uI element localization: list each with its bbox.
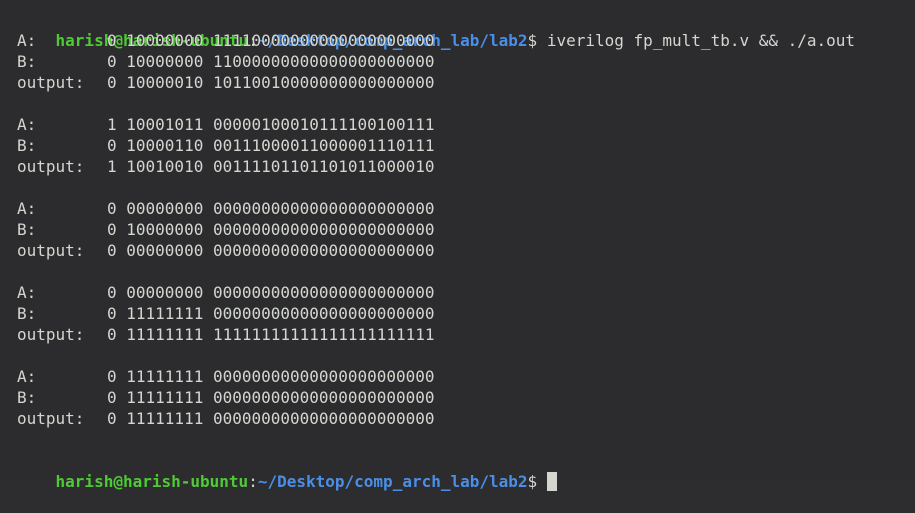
label-b: B: bbox=[17, 136, 37, 155]
label-output: output: bbox=[17, 409, 85, 428]
output-line-a: A: 0 00000000 00000000000000000000000 bbox=[17, 198, 915, 219]
prompt-colon: : bbox=[248, 472, 258, 491]
label-output: output: bbox=[17, 73, 85, 92]
terminal-window[interactable]: harish@harish-ubuntu:~/Desktop/comp_arch… bbox=[0, 0, 915, 491]
output-line-b: B: 0 10000000 11000000000000000000000 bbox=[17, 51, 915, 72]
label-a: A: bbox=[17, 367, 37, 386]
value-output: 0 00000000 00000000000000000000000 bbox=[107, 241, 435, 260]
output-line-result: output: 0 11111111 1111111111111111111111… bbox=[17, 324, 915, 345]
value-output: 0 11111111 00000000000000000000000 bbox=[107, 409, 435, 428]
text-cursor[interactable] bbox=[546, 472, 557, 491]
output-line-a: A: 0 00000000 00000000000000000000000 bbox=[17, 282, 915, 303]
value-a: 0 11111111 00000000000000000000000 bbox=[107, 367, 435, 386]
label-a: A: bbox=[17, 31, 37, 50]
prompt-dollar: $ bbox=[527, 31, 547, 50]
output-line-result: output: 0 00000000 0000000000000000000000… bbox=[17, 240, 915, 261]
prompt-user-host: harish@harish-ubuntu bbox=[55, 472, 249, 491]
value-a: 0 00000000 00000000000000000000000 bbox=[107, 199, 435, 218]
output-line-result: output: 0 10000010 1011001000000000000000… bbox=[17, 72, 915, 93]
command-text: iverilog fp_mult_tb.v && ./a.out bbox=[546, 31, 856, 50]
output-line-b: B: 0 10000000 00000000000000000000000 bbox=[17, 219, 915, 240]
label-a: A: bbox=[17, 115, 37, 134]
label-b: B: bbox=[17, 388, 37, 407]
output-line-a: A: 0 11111111 00000000000000000000000 bbox=[17, 366, 915, 387]
command-line: harish@harish-ubuntu:~/Desktop/comp_arch… bbox=[17, 9, 915, 50]
output-line-b: B: 0 11111111 00000000000000000000000 bbox=[17, 387, 915, 408]
label-output: output: bbox=[17, 325, 85, 344]
prompt-dollar: $ bbox=[527, 472, 547, 491]
prompt-path: ~/Desktop/comp_arch_lab/lab2 bbox=[257, 472, 528, 491]
value-b: 0 11111111 00000000000000000000000 bbox=[107, 304, 435, 323]
value-a: 0 00000000 00000000000000000000000 bbox=[107, 283, 435, 302]
prompt-line[interactable]: harish@harish-ubuntu:~/Desktop/comp_arch… bbox=[17, 450, 915, 491]
value-output: 0 11111111 11111111111111111111111 bbox=[107, 325, 435, 344]
value-b: 0 11111111 00000000000000000000000 bbox=[107, 388, 435, 407]
output-line-result: output: 0 11111111 0000000000000000000000… bbox=[17, 408, 915, 429]
output-line-result: output: 1 10010010 0011110110110101100001… bbox=[17, 156, 915, 177]
label-b: B: bbox=[17, 304, 37, 323]
label-output: output: bbox=[17, 157, 85, 176]
output-line-b: B: 0 10000110 00111000011000001110111 bbox=[17, 135, 915, 156]
output-line-a: A: 1 10001011 00000100010111100100111 bbox=[17, 114, 915, 135]
value-output: 0 10000010 10110010000000000000000 bbox=[107, 73, 435, 92]
label-output: output: bbox=[17, 241, 85, 260]
label-a: A: bbox=[17, 199, 37, 218]
value-b: 0 10000000 11000000000000000000000 bbox=[107, 52, 435, 71]
value-a: 0 10000000 11110000000000000000000 bbox=[107, 31, 435, 50]
value-output: 1 10010010 00111101101101011000010 bbox=[107, 157, 435, 176]
label-b: B: bbox=[17, 52, 37, 71]
value-a: 1 10001011 00000100010111100100111 bbox=[107, 115, 435, 134]
value-b: 0 10000110 00111000011000001110111 bbox=[107, 136, 435, 155]
value-b: 0 10000000 00000000000000000000000 bbox=[107, 220, 435, 239]
label-a: A: bbox=[17, 283, 37, 302]
label-b: B: bbox=[17, 220, 37, 239]
output-line-b: B: 0 11111111 00000000000000000000000 bbox=[17, 303, 915, 324]
